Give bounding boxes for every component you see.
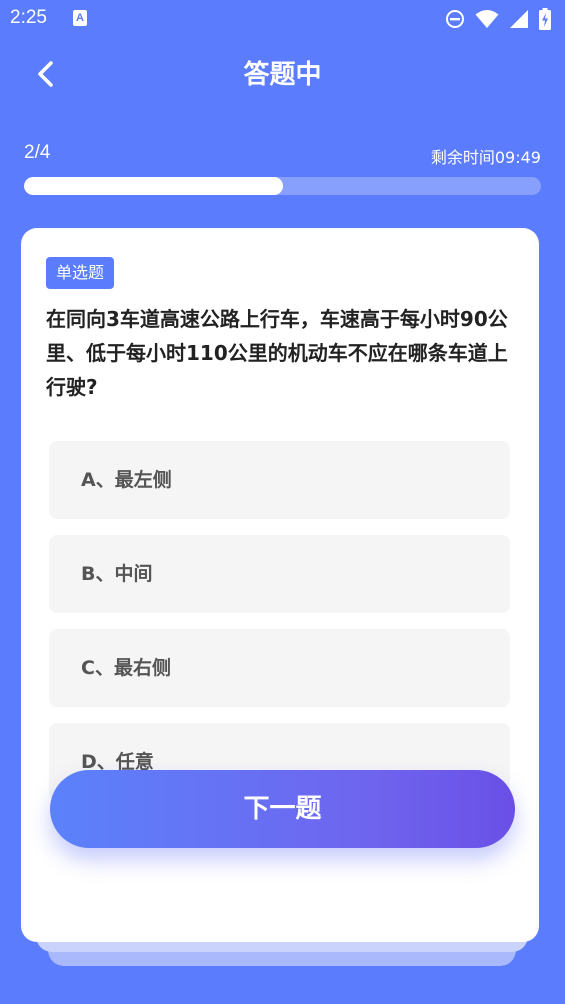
next-question-label: 下一题: [243, 794, 322, 824]
next-question-button[interactable]: 下一题: [50, 770, 515, 848]
option-label: B、中间: [81, 563, 153, 585]
status-time: 2:25: [10, 7, 47, 28]
progress-bar-fill: [24, 177, 283, 195]
page-title: 答题中: [243, 60, 322, 90]
do-not-disturb-icon: [446, 10, 464, 28]
notification-icon: A: [73, 10, 87, 26]
wifi-icon: [475, 10, 499, 28]
question-type-badge: 单选题: [46, 257, 115, 289]
header: 答题中: [0, 44, 565, 100]
option-b[interactable]: B、中间: [49, 535, 510, 613]
option-a[interactable]: A、最左侧: [49, 441, 510, 519]
question-text: 在同向3车道高速公路上行车，车速高于每小时90公里、低于每小时110公里的机动车…: [46, 307, 508, 399]
battery-charging-icon: [539, 8, 551, 30]
option-label: A、最左侧: [81, 469, 172, 491]
status-bar: 2:25 A: [0, 0, 565, 38]
progress-count: 2/4: [24, 142, 51, 163]
remaining-time: 剩余时间09:49: [430, 148, 541, 167]
option-c[interactable]: C、最右侧: [49, 629, 510, 707]
signal-icon: [510, 10, 528, 28]
progress-bar: [24, 177, 541, 195]
status-icons: [445, 8, 551, 30]
option-label: C、最右侧: [81, 657, 171, 679]
